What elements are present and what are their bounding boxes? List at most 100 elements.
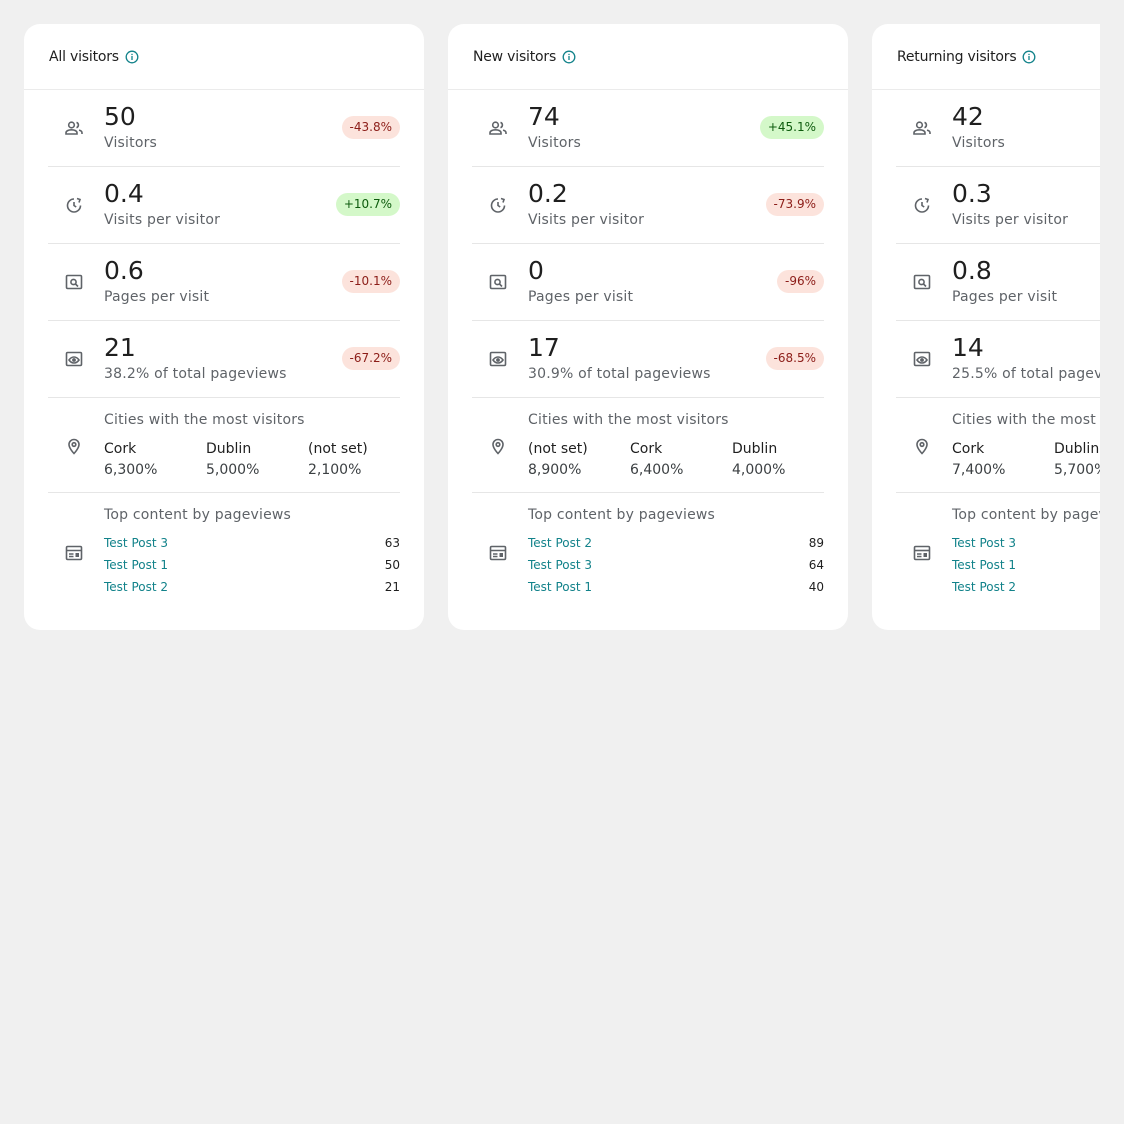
content-link[interactable]: Test Post 3 bbox=[528, 558, 592, 572]
metric-visitors: 42 Visitors bbox=[896, 90, 1100, 167]
content-link[interactable]: Test Post 3 bbox=[952, 536, 1016, 550]
metric-value: 0.2 bbox=[528, 179, 568, 208]
content-title: Top content by pageviews bbox=[104, 507, 292, 523]
content-link[interactable]: Test Post 3 bbox=[104, 536, 168, 550]
city-item: Cork 7,400% bbox=[952, 440, 1052, 479]
city-name: Dublin bbox=[206, 441, 252, 457]
content-row: Test Post 3 64 bbox=[528, 556, 824, 574]
city-name: Dublin bbox=[732, 441, 778, 457]
article-icon bbox=[64, 543, 84, 563]
content-count: 89 bbox=[808, 536, 824, 550]
metric-label: 30.9% of total pageviews bbox=[528, 366, 711, 382]
city-name: (not set) bbox=[308, 441, 368, 457]
metric-pages-per-visit: 0.8 Pages per visit bbox=[896, 244, 1100, 321]
metric-label: 25.5% of total pageviews bbox=[952, 366, 1100, 382]
metric-pageviews: 17 30.9% of total pageviews -68.5% bbox=[472, 321, 824, 398]
content-link[interactable]: Test Post 1 bbox=[528, 580, 592, 594]
page-search-icon bbox=[64, 272, 84, 292]
history-icon bbox=[912, 195, 932, 215]
content-link[interactable]: Test Post 1 bbox=[952, 558, 1016, 572]
metric-visits-per-visitor: 0.4 Visits per visitor +10.7% bbox=[48, 167, 400, 244]
card-body: 74 Visitors +45.1% 0.2 Visits per visito… bbox=[448, 90, 848, 613]
city-name: Cork bbox=[952, 441, 985, 457]
city-percent: 6,300% bbox=[104, 462, 158, 478]
city-percent: 5,700% bbox=[1054, 462, 1100, 478]
metric-label: Pages per visit bbox=[104, 289, 210, 305]
content-link[interactable]: Test Post 2 bbox=[528, 536, 592, 550]
card-title: New visitors bbox=[473, 48, 557, 65]
content-row: Test Post 1 40 bbox=[528, 578, 824, 596]
people-icon bbox=[488, 118, 508, 138]
content-link[interactable]: Test Post 2 bbox=[104, 580, 168, 594]
change-badge: -96% bbox=[776, 270, 824, 293]
metric-value: 0.6 bbox=[104, 256, 144, 285]
content-row: Test Post 2 89 bbox=[528, 534, 824, 552]
page-search-icon bbox=[912, 272, 932, 292]
metric-value: 42 bbox=[952, 102, 984, 131]
city-item: Cork 6,300% bbox=[104, 440, 204, 479]
metric-visits-per-visitor: 0.3 Visits per visitor bbox=[896, 167, 1100, 244]
content-title: Top content by pageviews bbox=[952, 507, 1100, 523]
change-badge: +45.1% bbox=[759, 116, 824, 139]
metric-label: Visits per visitor bbox=[104, 212, 221, 228]
content-row: Test Post 2 21 bbox=[104, 578, 400, 596]
content-count: 63 bbox=[384, 536, 400, 550]
city-percent: 4,000% bbox=[732, 462, 786, 478]
change-badge: -43.8% bbox=[341, 116, 400, 139]
metric-value: 0.8 bbox=[952, 256, 992, 285]
metric-label: Pages per visit bbox=[528, 289, 634, 305]
top-content: Top content by pageviews Test Post 3 63 … bbox=[48, 493, 400, 613]
pageview-eye-icon bbox=[64, 349, 84, 369]
card-body: 50 Visitors -43.8% 0.4 Visits per visito… bbox=[24, 90, 424, 613]
metric-label: 38.2% of total pageviews bbox=[104, 366, 287, 382]
change-badge: -67.2% bbox=[341, 347, 400, 370]
change-badge: -10.1% bbox=[341, 270, 400, 293]
content-count: 21 bbox=[384, 580, 400, 594]
content-link[interactable]: Test Post 1 bbox=[104, 558, 168, 572]
info-icon[interactable] bbox=[125, 50, 139, 64]
pageview-eye-icon bbox=[488, 349, 508, 369]
metric-pages-per-visit: 0.6 Pages per visit -10.1% bbox=[48, 244, 400, 321]
city-name: Dublin bbox=[1054, 441, 1100, 457]
pageview-eye-icon bbox=[912, 349, 932, 369]
metric-visitors: 50 Visitors -43.8% bbox=[48, 90, 400, 167]
city-item: Dublin 4,000% bbox=[732, 440, 832, 479]
content-count: 50 bbox=[384, 558, 400, 572]
content-count: 64 bbox=[808, 558, 824, 572]
metric-label: Visitors bbox=[104, 135, 158, 151]
info-icon[interactable] bbox=[562, 50, 576, 64]
city-item: (not set) 2,100% bbox=[308, 440, 408, 479]
city-percent: 2,100% bbox=[308, 462, 362, 478]
city-name: Cork bbox=[630, 441, 663, 457]
location-pin-icon bbox=[64, 436, 84, 456]
cities-title: Cities with the most visitors bbox=[528, 412, 729, 428]
city-percent: 8,900% bbox=[528, 462, 582, 478]
metric-label: Pages per visit bbox=[952, 289, 1058, 305]
metric-value: 74 bbox=[528, 102, 560, 131]
cities-title: Cities with the most visitors bbox=[104, 412, 305, 428]
top-cities: Cities with the most visitors Cork 6,300… bbox=[48, 398, 400, 493]
history-icon bbox=[64, 195, 84, 215]
card-header: New visitors bbox=[448, 24, 848, 90]
metric-visitors: 74 Visitors +45.1% bbox=[472, 90, 824, 167]
audience-cards: All visitors 50 Visitors -43.8% 0.4 Visi… bbox=[24, 24, 1100, 630]
metric-visits-per-visitor: 0.2 Visits per visitor -73.9% bbox=[472, 167, 824, 244]
content-row: Test Post 2 bbox=[952, 578, 1100, 596]
content-row: Test Post 3 63 bbox=[104, 534, 400, 552]
content-count: 40 bbox=[808, 580, 824, 594]
metric-label: Visits per visitor bbox=[952, 212, 1069, 228]
card-all-visitors: All visitors 50 Visitors -43.8% 0.4 Visi… bbox=[24, 24, 424, 630]
people-icon bbox=[64, 118, 84, 138]
metric-value: 0 bbox=[528, 256, 544, 285]
article-icon bbox=[488, 543, 508, 563]
info-icon[interactable] bbox=[1022, 50, 1036, 64]
card-header: Returning visitors bbox=[872, 24, 1100, 90]
card-returning-visitors: Returning visitors 42 Visitors 0.3 Visit… bbox=[872, 24, 1100, 630]
content-link[interactable]: Test Post 2 bbox=[952, 580, 1016, 594]
metric-pageviews: 21 38.2% of total pageviews -67.2% bbox=[48, 321, 400, 398]
top-content: Top content by pageviews Test Post 3 Tes… bbox=[896, 493, 1100, 613]
location-pin-icon bbox=[488, 436, 508, 456]
city-percent: 5,000% bbox=[206, 462, 260, 478]
card-new-visitors: New visitors 74 Visitors +45.1% 0.2 Visi… bbox=[448, 24, 848, 630]
metric-pages-per-visit: 0 Pages per visit -96% bbox=[472, 244, 824, 321]
